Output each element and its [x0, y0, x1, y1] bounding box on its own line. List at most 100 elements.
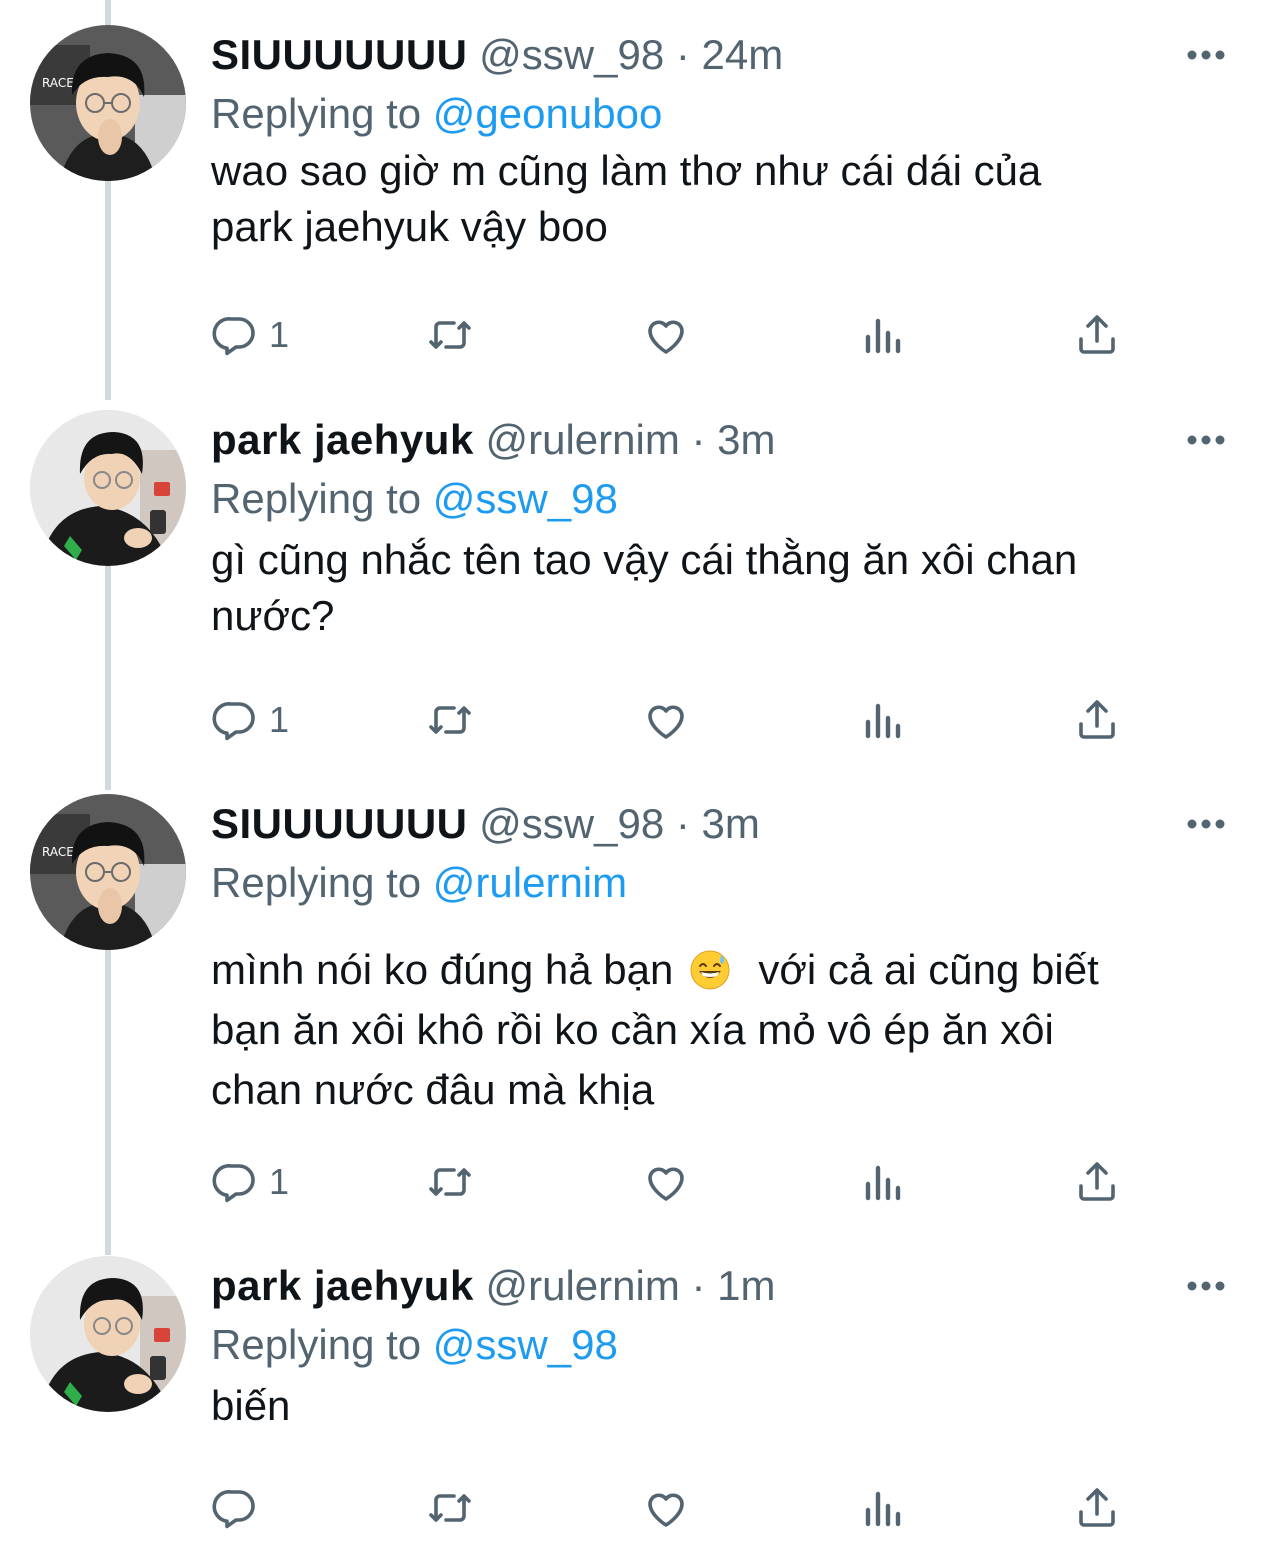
tweet-text: wao sao giờ m cũng làm thơ như cái dái c…: [211, 143, 1244, 255]
user-handle[interactable]: @ssw_98: [479, 31, 664, 78]
more-button[interactable]: [1176, 794, 1236, 854]
display-name[interactable]: SIUUUUUUU: [211, 31, 468, 78]
separator: ·: [679, 1262, 718, 1309]
like-button[interactable]: [642, 305, 690, 365]
tweet-text-line: park jaehyuk vậy boo: [211, 203, 608, 250]
like-icon: [642, 696, 690, 744]
person-with-hand-on-chin-avatar-icon: [30, 794, 186, 950]
user-handle[interactable]: @ssw_98: [479, 800, 664, 847]
like-icon: [642, 1158, 690, 1206]
retweet-icon: [426, 696, 474, 744]
mention-link[interactable]: @geonuboo: [433, 90, 663, 137]
tweet-header: park jaehyuk @rulernim · 3m: [211, 410, 1244, 470]
reply-count: 1: [269, 314, 290, 355]
share-button[interactable]: [1073, 690, 1121, 750]
thread-connector: [105, 945, 111, 1255]
timestamp[interactable]: 24m: [702, 31, 784, 78]
views-icon: [858, 1158, 906, 1206]
tweet-header: park jaehyuk @rulernim · 1m: [211, 1256, 1244, 1316]
share-button[interactable]: [1073, 1152, 1121, 1212]
like-button[interactable]: [642, 690, 690, 750]
retweet-button[interactable]: [426, 305, 474, 365]
tweet-text-segment: mình nói ko đúng hả bạn: [211, 946, 686, 993]
timestamp[interactable]: 1m: [717, 1262, 775, 1309]
more-button[interactable]: [1176, 25, 1236, 85]
views-button[interactable]: [858, 690, 906, 750]
tweet-header: SIUUUUUUU @ssw_98 · 24m: [211, 25, 1244, 85]
share-icon: [1073, 696, 1121, 744]
person-looking-at-phone-avatar-icon: [30, 1256, 186, 1412]
separator: ·: [664, 31, 702, 78]
retweet-button[interactable]: [426, 1478, 474, 1538]
avatar[interactable]: [30, 1256, 186, 1412]
reply-count: 1: [269, 1161, 290, 1202]
like-icon: [642, 1484, 690, 1532]
share-icon: [1073, 1158, 1121, 1206]
reply-icon: [211, 311, 259, 359]
mention-link[interactable]: @ssw_98: [433, 1321, 618, 1368]
thread-connector: [105, 560, 111, 790]
replying-to-label: Replying to: [211, 475, 433, 522]
replying-to-label: Replying to: [211, 1321, 433, 1368]
avatar[interactable]: [30, 410, 186, 566]
share-icon: [1073, 311, 1121, 359]
views-button[interactable]: [858, 1478, 906, 1538]
tweet-text-line: biến: [211, 1382, 291, 1429]
reply-button[interactable]: 1: [211, 305, 289, 365]
share-icon: [1073, 1484, 1121, 1532]
action-bar: 1: [211, 690, 1131, 750]
like-button[interactable]: [642, 1478, 690, 1538]
reply-icon: [211, 1484, 259, 1532]
action-bar: 1: [211, 305, 1131, 365]
tweet-text-line: wao sao giờ m cũng làm thơ như cái dái c…: [211, 147, 1042, 194]
tweet-text-line: chan nước đâu mà khịa: [211, 1066, 655, 1113]
views-icon: [858, 311, 906, 359]
share-button[interactable]: [1073, 305, 1121, 365]
display-name[interactable]: park jaehyuk: [211, 416, 474, 463]
more-button[interactable]: [1176, 410, 1236, 470]
tweet-header: SIUUUUUUU @ssw_98 · 3m: [211, 794, 1244, 854]
user-handle[interactable]: @rulernim: [485, 416, 679, 463]
display-name[interactable]: SIUUUUUUU: [211, 800, 468, 847]
reply-button[interactable]: [211, 1478, 269, 1538]
reply-icon: [211, 696, 259, 744]
tweet-text-line: bạn ăn xôi khô rồi ko cần xía mỏ vô ép ă…: [211, 1006, 1054, 1053]
views-icon: [858, 1484, 906, 1532]
views-button[interactable]: [858, 1152, 906, 1212]
more-icon: [1186, 434, 1226, 446]
reply-button[interactable]: 1: [211, 690, 289, 750]
retweet-button[interactable]: [426, 690, 474, 750]
share-button[interactable]: [1073, 1478, 1121, 1538]
action-bar: 1: [211, 1152, 1131, 1212]
timestamp[interactable]: 3m: [702, 800, 760, 847]
like-button[interactable]: [642, 1152, 690, 1212]
more-icon: [1186, 1280, 1226, 1292]
avatar[interactable]: [30, 794, 186, 950]
display-name[interactable]: park jaehyuk: [211, 1262, 474, 1309]
replying-to-label: Replying to: [211, 90, 433, 137]
reply-button[interactable]: 1: [211, 1152, 289, 1212]
tweet-text: mình nói ko đúng hả bạn với cả ai cũng b…: [211, 940, 1244, 1120]
retweet-icon: [426, 311, 474, 359]
tweet-text-line: gì cũng nhắc tên tao vậy cái thằng ăn xô…: [211, 536, 1078, 583]
separator: ·: [679, 416, 718, 463]
tweet-text-segment: với cả ai cũng biết: [735, 946, 1099, 993]
avatar[interactable]: [30, 25, 186, 181]
tweet-text: gì cũng nhắc tên tao vậy cái thằng ăn xô…: [211, 532, 1244, 644]
replying-to: Replying to @rulernim: [211, 854, 1244, 912]
tweet-text: biến: [211, 1378, 1244, 1434]
retweet-icon: [426, 1158, 474, 1206]
views-button[interactable]: [858, 305, 906, 365]
more-icon: [1186, 818, 1226, 830]
reply-count: 1: [269, 699, 290, 740]
mention-link[interactable]: @rulernim: [433, 859, 627, 906]
separator: ·: [664, 800, 702, 847]
timestamp[interactable]: 3m: [717, 416, 775, 463]
person-looking-at-phone-avatar-icon: [30, 410, 186, 566]
more-button[interactable]: [1176, 1256, 1236, 1316]
mention-link[interactable]: @ssw_98: [433, 475, 618, 522]
reply-icon: [211, 1158, 259, 1206]
retweet-button[interactable]: [426, 1152, 474, 1212]
user-handle[interactable]: @rulernim: [485, 1262, 679, 1309]
replying-to: Replying to @ssw_98: [211, 470, 1244, 528]
